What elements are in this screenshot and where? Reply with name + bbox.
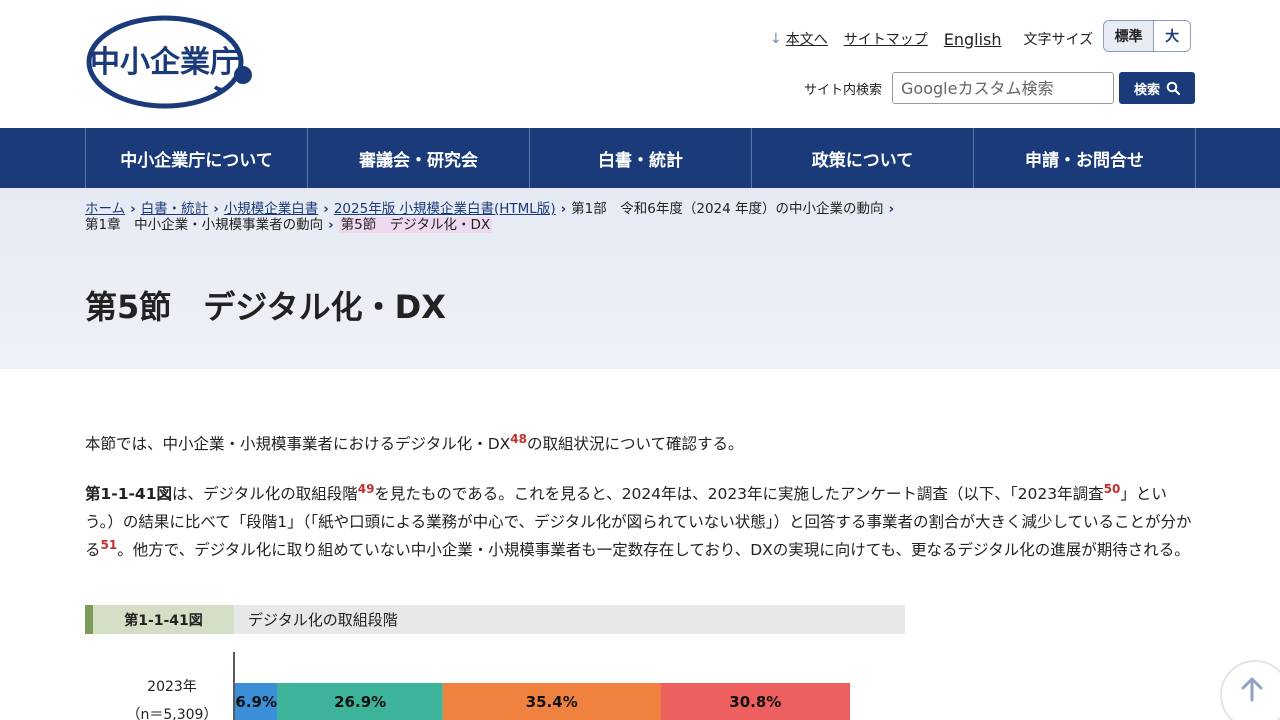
nav-item-whitepapers[interactable]: 白書・統計 — [530, 128, 752, 188]
analysis-paragraph: 第1-1-41図は、デジタル化の取組段階49を見たものである。これを見ると、20… — [85, 480, 1195, 564]
logo-text: 中小企業庁 — [90, 45, 240, 80]
search-button-label: 検索 — [1134, 82, 1161, 98]
search-icon — [1166, 81, 1181, 95]
chevron-right-icon: › — [888, 201, 895, 217]
intro-paragraph: 本節では、中小企業・小規模事業者におけるデジタル化・DX48の取組状況について確… — [85, 430, 1195, 458]
back-to-top-button[interactable] — [1220, 660, 1280, 720]
search-label: サイト内検索 — [804, 82, 883, 98]
main-content: 本節では、中小企業・小規模事業者におけるデジタル化・DX48の取組状況について確… — [85, 430, 1195, 586]
breadcrumb-part1: 第1部 令和6年度（2024 年度）の中小企業の動向 — [571, 201, 884, 217]
figure-reference: 第1-1-41図 — [85, 485, 173, 503]
figure-tag: 第1-1-41図 — [85, 605, 234, 634]
search-button[interactable]: 検索 — [1119, 72, 1196, 104]
arrow-down-icon: ↓ — [770, 31, 782, 47]
breadcrumb-home[interactable]: ホーム — [85, 201, 125, 217]
category-note: （n＝5,309） — [127, 707, 218, 720]
bar-value-label: 6.9% — [235, 693, 277, 711]
font-size-standard-button[interactable]: 標準 — [1104, 21, 1155, 51]
breadcrumb-small-business-whitepaper[interactable]: 小規模企業白書 — [224, 201, 319, 217]
breadcrumb-current: 第5節 デジタル化・DX — [338, 217, 493, 233]
nav-item-applications[interactable]: 申請・お問合せ — [974, 128, 1196, 188]
search-input[interactable] — [892, 72, 1115, 104]
font-size-toggle: 標準 大 — [1103, 20, 1192, 52]
chevron-right-icon: › — [323, 201, 329, 217]
chevron-right-icon: › — [213, 201, 219, 217]
title-band: ホーム › 白書・統計 › 小規模企業白書 › 2025年版 小規模企業白書(HTML版) ›… — [0, 188, 1280, 369]
global-nav: 中小企業庁について 審議会・研究会 白書・統計 政策について 申請・お問合せ — [0, 128, 1280, 188]
breadcrumb-whitepapers[interactable]: 白書・統計 — [141, 201, 209, 217]
agency-logo[interactable]: 中小企業庁 — [85, 15, 255, 111]
category-label: 2023年 — [147, 679, 197, 695]
nav-item-policies[interactable]: 政策について — [752, 128, 974, 188]
digitalization-stage-chart: 2023年 （n＝5,309） 6.9% 26.9% 35.4% 30.8% — [127, 652, 850, 720]
site-header: 中小企業庁 ↓ 本文へ サイトマップ English 文字サイズ 標準 大 サイ… — [0, 0, 1280, 128]
english-link[interactable]: English — [944, 30, 1002, 49]
footnote-link[interactable]: 48 — [510, 432, 527, 446]
site-search: サイト内検索 検索 — [804, 72, 1196, 104]
skip-to-content-link[interactable]: 本文へ — [786, 29, 828, 49]
analysis-text-d: 。他方で、デジタル化に取り組めていない中小企業・小規模事業者も一定数存在しており… — [117, 541, 1190, 559]
nav-item-about[interactable]: 中小企業庁について — [86, 128, 308, 188]
footnote-link[interactable]: 49 — [358, 482, 375, 496]
chevron-right-icon: › — [560, 201, 567, 217]
bar-value-label: 30.8% — [729, 693, 781, 711]
analysis-text-a: は、デジタル化の取組段階 — [172, 485, 358, 503]
utility-links: ↓ 本文へ サイトマップ English 文字サイズ 標準 大 — [770, 20, 1192, 52]
intro-text-end: の取組状況について確認する。 — [526, 435, 744, 453]
breadcrumb-2025-html[interactable]: 2025年版 小規模企業白書(HTML版) — [334, 201, 556, 217]
analysis-text-b: を見たものである。これを見ると、2024年は、2023年に実施したアンケート調査… — [374, 485, 1104, 503]
intro-text: 本節では、中小企業・小規模事業者におけるデジタル化・DX — [85, 435, 511, 453]
nav-item-councils[interactable]: 審議会・研究会 — [308, 128, 530, 188]
bar-value-label: 26.9% — [334, 693, 386, 711]
figure-title: デジタル化の取組段階 — [248, 611, 398, 629]
font-size-label: 文字サイズ — [1023, 32, 1094, 48]
figure-header: 第1-1-41図 デジタル化の取組段階 — [85, 605, 905, 634]
bar-value-label: 35.4% — [526, 693, 578, 711]
chevron-right-icon: › — [130, 201, 136, 217]
chevron-right-icon: › — [328, 217, 334, 233]
breadcrumb-chapter1: 第1章 中小企業・小規模事業者の動向 — [85, 217, 324, 233]
sitemap-link[interactable]: サイトマップ — [844, 29, 928, 49]
font-size-large-button[interactable]: 大 — [1154, 21, 1191, 51]
breadcrumb: ホーム › 白書・統計 › 小規模企業白書 › 2025年版 小規模企業白書(HTML版) ›… — [85, 201, 965, 233]
footnote-link[interactable]: 51 — [101, 538, 118, 552]
footnote-link[interactable]: 50 — [1104, 482, 1121, 496]
page-title: 第5節 デジタル化・DX — [85, 288, 446, 326]
arrow-up-icon — [1241, 677, 1263, 702]
